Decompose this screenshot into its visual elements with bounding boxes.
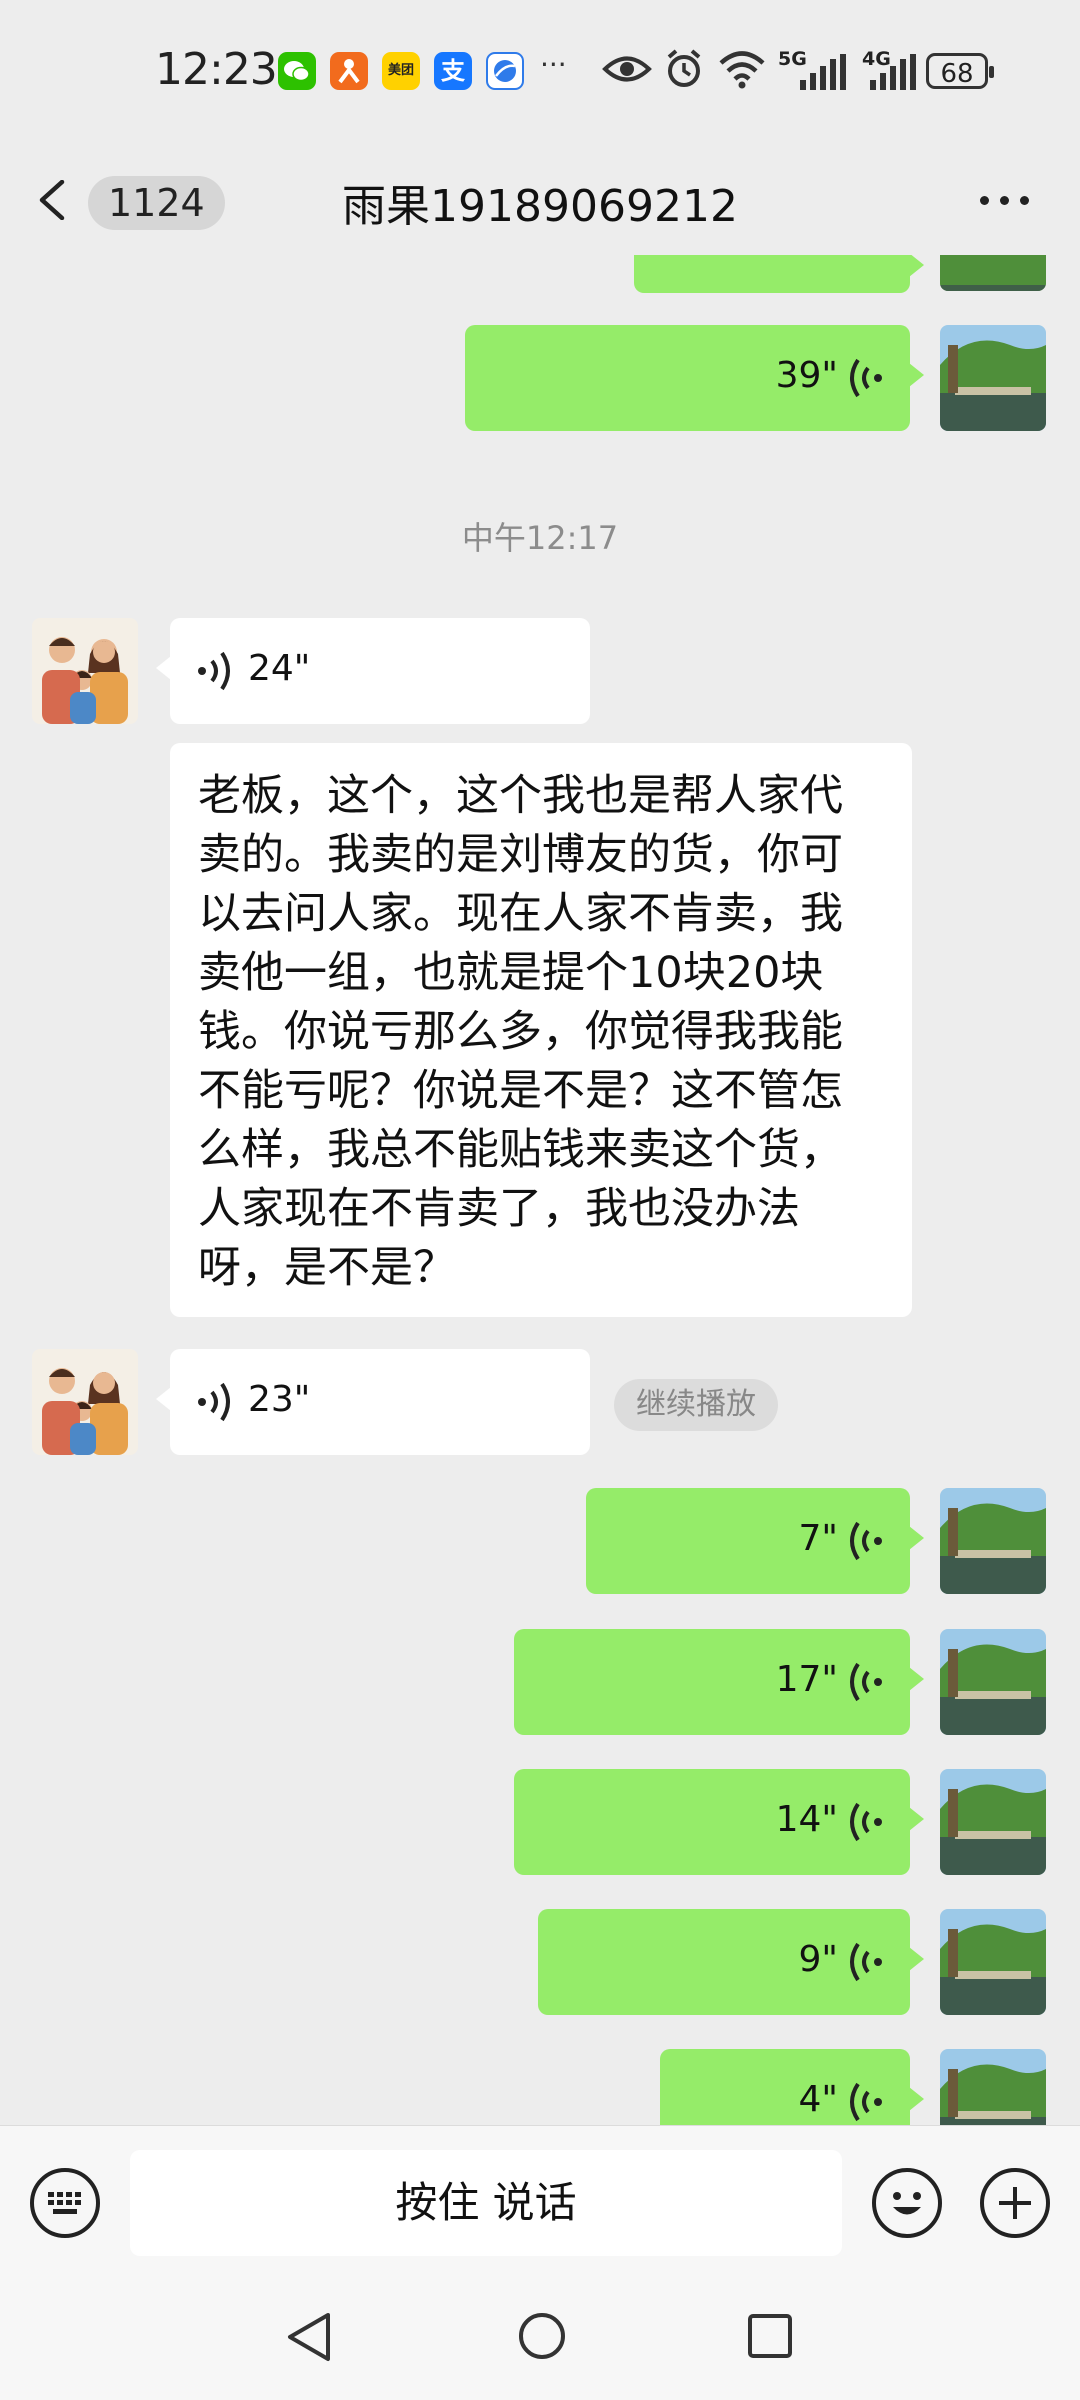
voice-message-outgoing[interactable]: 39" [465,325,924,431]
signal-5g-icon [800,54,846,94]
alipay-icon: 支 [434,52,472,90]
status-bar: 12:23 美团 支 ··· 5G 4G 68 [0,0,1080,140]
nav-recents-button[interactable] [746,2312,794,2364]
my-avatar[interactable] [940,1769,1046,1875]
battery-indicator: 68 [926,53,994,89]
status-time: 12:23 [155,44,278,95]
eye-comfort-icon [602,52,652,90]
voice-message-outgoing-partial[interactable] [634,255,924,293]
voice-wave-icon [198,651,230,691]
nav-back-button[interactable] [284,2311,334,2367]
voice-duration: 24" [248,648,311,689]
my-avatar[interactable] [940,2049,1046,2125]
voice-wave-icon [850,1521,882,1561]
contact-avatar[interactable] [32,618,138,724]
voice-wave-icon [850,1802,882,1842]
nav-home-button[interactable] [516,2310,568,2366]
more-options-button[interactable] [970,180,1040,220]
meituan-icon: 美团 [382,52,420,90]
message-list[interactable]: 39" 中午12:17 24" 老板，这个，这个我也是帮人家代卖的。我卖的是刘博… [0,255,1080,2125]
wifi-icon [718,50,766,94]
app-icon [330,52,368,90]
chat-title: 雨果19189069212 [342,181,738,232]
voice-wave-icon [850,1662,882,1702]
my-avatar[interactable] [940,325,1046,431]
keyboard-icon [48,2192,81,2214]
triangle-back-icon [288,2313,330,2361]
voice-message-outgoing[interactable]: 7" [586,1488,924,1594]
smile-icon [893,2192,921,2215]
my-avatar[interactable] [940,1488,1046,1594]
voice-message-incoming[interactable]: 23" [156,1349,590,1455]
input-bar: 按住 说话 [0,2125,1080,2276]
voice-wave-icon [198,1382,230,1422]
message-timestamp: 中午12:17 [461,519,619,557]
voice-message-incoming[interactable]: 24" [156,618,590,724]
plus-icon [999,2187,1031,2219]
voice-duration: 23" [248,1379,311,1420]
system-navigation-bar [0,2275,1080,2400]
hold-to-talk-button[interactable]: 按住 说话 [130,2150,842,2256]
voice-duration: 9" [798,1939,838,1980]
voice-duration: 39" [775,355,838,396]
signal-4g-icon [866,54,916,94]
continue-playing-button[interactable]: 继续播放 [614,1379,778,1431]
circle-home-icon [519,2313,565,2359]
voice-transcription-text[interactable]: 老板，这个，这个我也是帮人家代卖的。我卖的是刘博友的货，你可以去问人家。现在人家… [170,743,912,1317]
voice-message-outgoing[interactable]: 17" [514,1629,924,1735]
voice-wave-icon [850,2082,882,2122]
emoji-button[interactable] [872,2168,942,2238]
my-avatar[interactable] [940,1909,1046,2015]
voice-duration: 4" [798,2079,838,2120]
voice-duration: 14" [775,1799,838,1840]
more-notifications-icon: ··· [540,48,567,81]
voice-duration: 7" [798,1518,838,1559]
my-avatar[interactable] [940,255,1046,291]
more-functions-button[interactable] [980,2168,1050,2238]
wechat-icon [278,52,316,90]
voice-message-outgoing[interactable]: 14" [514,1769,924,1875]
voice-duration: 17" [775,1659,838,1700]
voice-wave-icon [850,358,882,398]
keyboard-toggle-button[interactable] [30,2168,100,2238]
chat-header: 1124 雨果19189069212 [0,140,1080,260]
voice-message-outgoing[interactable]: 9" [538,1909,924,2015]
voice-message-outgoing[interactable]: 4" [660,2049,924,2125]
contact-avatar[interactable] [32,1349,138,1455]
alarm-icon [664,48,704,94]
browser-icon [486,52,524,90]
my-avatar[interactable] [940,1629,1046,1735]
square-recents-icon [748,2314,792,2358]
voice-wave-icon [850,1942,882,1982]
